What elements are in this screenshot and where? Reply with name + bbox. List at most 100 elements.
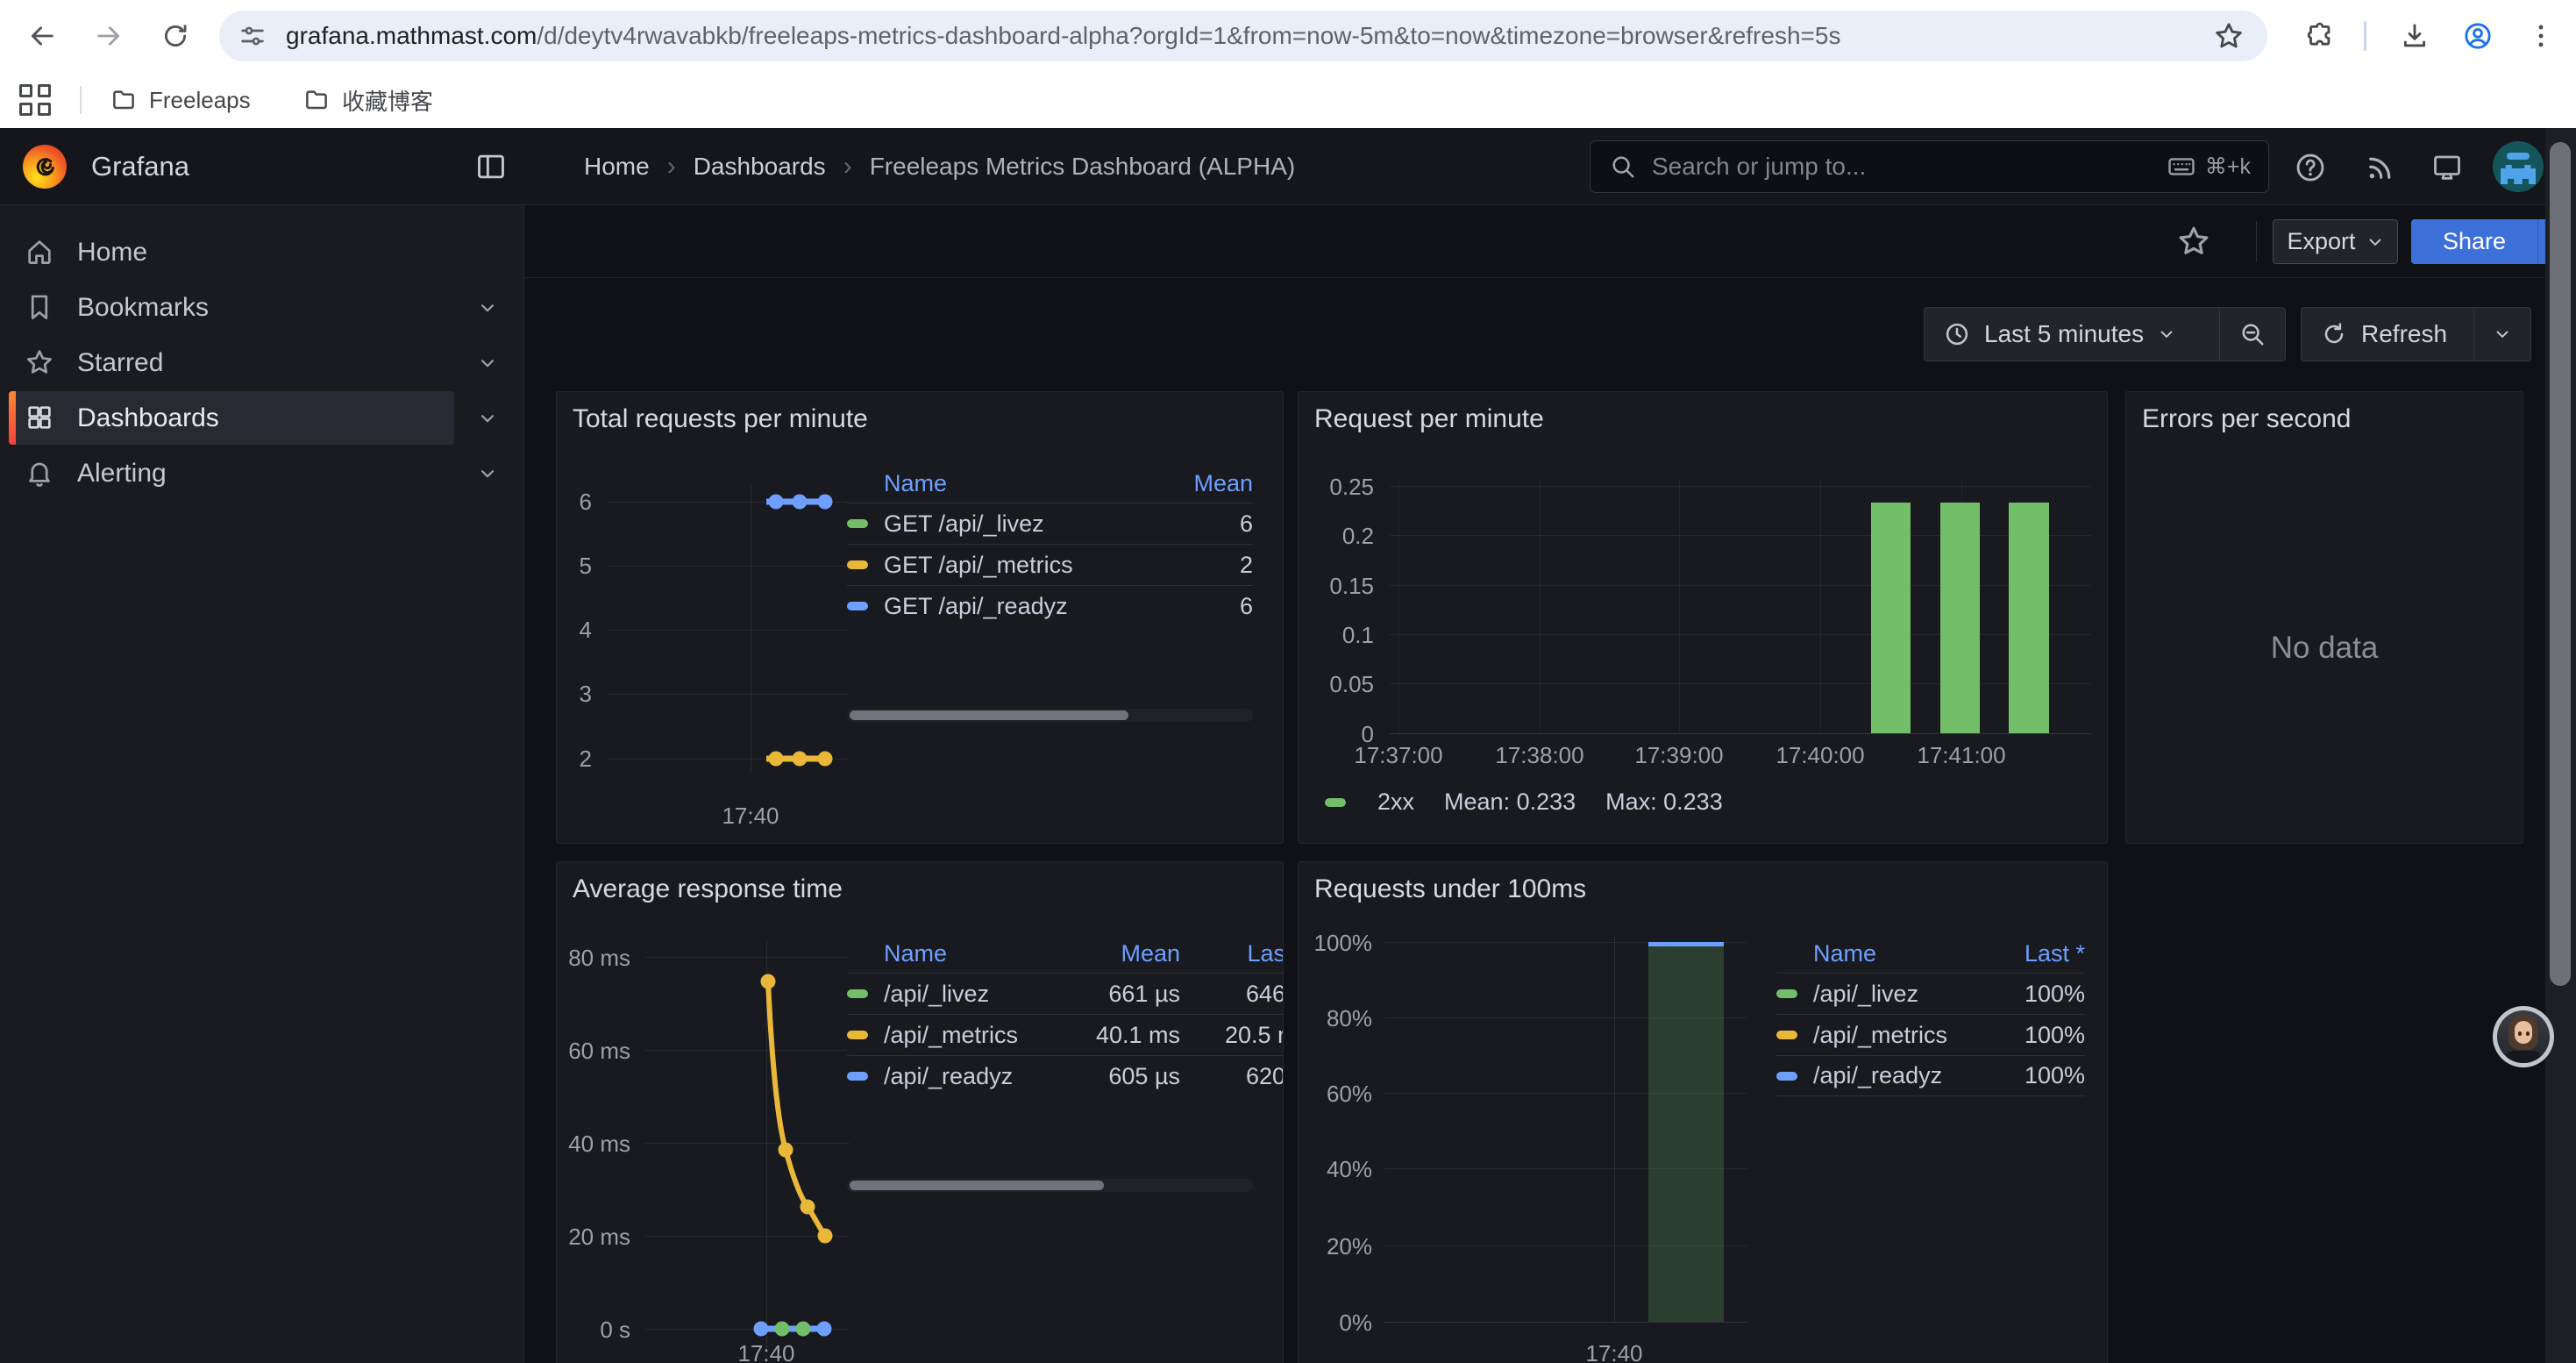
legend-mean: Mean: 0.233 [1444,789,1576,816]
zoom-out-button[interactable] [2219,308,2285,360]
url-path: /d/deytv4rwavabkb/freeleaps-metrics-dash… [537,22,1840,49]
export-button[interactable]: Export [2273,219,2398,264]
bookmark-label: Freeleaps [149,87,251,114]
refresh-button[interactable]: Refresh [2302,308,2473,360]
series-swatch [847,1031,868,1039]
bookmark-folder-blogs[interactable]: 收藏博客 [289,79,447,121]
bookmark-label: 收藏博客 [342,84,433,117]
bookmark-icon [25,292,54,322]
downloads-icon[interactable] [2390,11,2439,61]
grafana-product-name: Grafana [91,128,189,205]
panel-title[interactable]: Request per minute [1314,404,1544,434]
refresh-interval-button[interactable] [2473,308,2530,360]
folder-icon [303,87,330,113]
floating-assistant-avatar[interactable] [2493,1006,2554,1067]
zoom-out-icon [2239,321,2266,347]
site-settings-icon[interactable] [238,22,267,50]
legend-header: Name Last * [1776,934,2085,973]
url-domain: grafana.mathmast.com [286,22,537,49]
legend-row[interactable]: GET /api/_metrics 2 [847,544,1253,585]
panel-title[interactable]: Requests under 100ms [1314,874,1586,904]
bookmark-star-icon[interactable] [2213,20,2245,52]
no-data-message: No data [2126,631,2523,666]
chevron-down-icon[interactable] [478,353,497,373]
legend-row[interactable]: GET /api/_readyz 6 [847,585,1253,626]
toolbar-divider [2364,21,2366,51]
kiosk-monitor-icon[interactable] [2427,147,2467,188]
chevron-down-icon[interactable] [478,298,497,318]
grafana-logo[interactable] [23,145,67,189]
star-icon [25,347,54,377]
bar-under-100ms [1648,942,1724,1322]
panel-total-requests-per-minute: Total requests per minute 6 5 4 3 2 [556,391,1284,844]
sidebar: Home Bookmarks Starred Dashb [0,205,524,1363]
extensions-icon[interactable] [2295,11,2345,61]
chevron-down-icon[interactable] [478,464,497,483]
legend-row[interactable]: /api/_livez 661 µs 646 [847,973,1284,1014]
sidebar-item-dashboards[interactable]: Dashboards [0,390,523,446]
bookmarks-bar: Freeleaps 收藏博客 [0,72,2576,128]
browser-menu-icon[interactable] [2516,11,2565,61]
breadcrumb-dashboards[interactable]: Dashboards [694,153,826,181]
bar-2xx [2009,503,2049,733]
legend-row[interactable]: /api/_metrics 40.1 ms 20.5 r [847,1014,1284,1055]
series-swatch [1776,1031,1797,1039]
dashboard-main: Export Share Last 5 minutes [524,205,2576,1363]
series-swatch [1776,1072,1797,1081]
legend-scrollbar[interactable] [847,1179,1253,1192]
legend-row[interactable]: /api/_readyz 605 µs 620 [847,1055,1284,1096]
apps-grid-icon[interactable] [19,84,51,116]
panel-errors-per-second: Errors per second No data [2125,391,2523,844]
legend-scrollbar[interactable] [847,709,1253,722]
page-scrollbar-thumb[interactable] [2550,142,2571,986]
time-range-control: Last 5 minutes [1924,307,2286,361]
chevron-down-icon [2366,233,2384,251]
url-text: grafana.mathmast.com/d/deytv4rwavabkb/fr… [286,22,1840,50]
clock-icon [1944,321,1970,347]
search-icon [1610,153,1636,180]
chevron-down-icon [2158,325,2175,343]
user-avatar[interactable] [2493,141,2544,192]
series-swatch [1325,798,1346,807]
address-bar[interactable]: grafana.mathmast.com/d/deytv4rwavabkb/fr… [219,11,2267,61]
sidebar-toggle-icon[interactable] [474,150,508,183]
dashboard-actions-row: Export Share [524,205,2576,278]
browser-forward-icon[interactable] [84,11,133,61]
legend-row[interactable]: /api/_livez 100% [1776,973,2085,1014]
time-range-picker[interactable]: Last 5 minutes [1925,308,2219,360]
sidebar-item-home[interactable]: Home [0,225,523,280]
panel-request-per-minute: Request per minute 0.25 0.2 0.15 0.1 0.0… [1298,391,2108,844]
home-icon [25,237,54,267]
search-box[interactable]: ⌘+k [1590,140,2269,193]
panel-legend-table: Name Mean Las /api/_livez 661 µs 646 /ap… [847,934,1284,1096]
browser-chrome: grafana.mathmast.com/d/deytv4rwavabkb/fr… [0,0,2576,128]
folder-icon [110,87,137,113]
profile-icon[interactable] [2453,11,2502,61]
legend-header: Name Mean [847,464,1253,503]
legend-item-2xx[interactable]: 2xx [1325,789,1414,816]
panel-title[interactable]: Errors per second [2142,404,2351,434]
sidebar-item-bookmarks[interactable]: Bookmarks [0,280,523,335]
sidebar-item-starred[interactable]: Starred [0,335,523,390]
keyboard-icon [2167,152,2196,182]
search-input[interactable] [1652,153,2167,181]
breadcrumb-home[interactable]: Home [584,153,650,181]
browser-reload-icon[interactable] [151,11,200,61]
bookmark-folder-freeleaps[interactable]: Freeleaps [96,79,265,121]
legend-row[interactable]: GET /api/_livez 6 [847,503,1253,544]
browser-back-icon[interactable] [18,11,67,61]
screenshot-root: grafana.mathmast.com/d/deytv4rwavabkb/fr… [0,0,2576,1363]
legend-row[interactable]: /api/_metrics 100% [1776,1014,2085,1055]
series-swatch [847,519,868,528]
help-icon[interactable] [2290,147,2330,188]
sidebar-item-alerting[interactable]: Alerting [0,446,523,501]
panel-legend: 2xx Mean: 0.233 Max: 0.233 [1325,789,1723,816]
legend-max: Max: 0.233 [1605,789,1723,816]
legend-row[interactable]: /api/_readyz 100% [1776,1055,2085,1096]
news-rss-icon[interactable] [2360,147,2401,188]
series-swatch [847,1072,868,1081]
dashboards-grid-icon [25,403,54,432]
favorite-star-icon[interactable] [2176,224,2213,260]
chevron-down-icon[interactable] [478,409,497,428]
refresh-control: Refresh [2301,307,2531,361]
